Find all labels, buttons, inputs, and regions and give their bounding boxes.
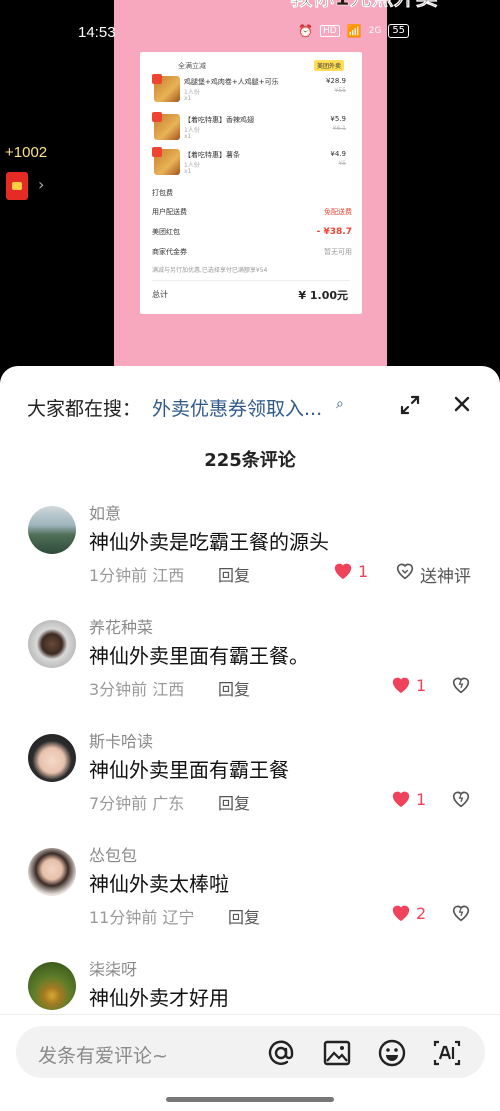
home-indicator[interactable] — [166, 1097, 334, 1102]
comment-username[interactable]: 如意 — [89, 500, 121, 524]
ai-icon[interactable] — [432, 1038, 462, 1068]
food-thumbnail — [152, 147, 180, 175]
expand-icon[interactable] — [399, 394, 421, 416]
receipt-row: 用户配送费 免配送费 — [152, 208, 352, 216]
search-prefix: 大家都在搜： — [27, 398, 142, 420]
video-player[interactable]: 教你1元点外卖 全满立减 美团外卖 鸡腿堡+鸡肉卷+人鸡腿+可乐 1人份 x1 … — [0, 0, 500, 400]
receipt-tag: 美团外卖 — [313, 60, 344, 71]
like-count: 1 — [416, 790, 427, 809]
chevron-right-icon[interactable]: › — [38, 175, 44, 194]
comment-username[interactable]: 养花种菜 — [89, 614, 153, 638]
receipt-item: 【着吃特惠】香辣鸡翅 1人份 x1 ¥5.9 ¥6.1 — [152, 112, 352, 144]
item-name: 鸡腿堡+鸡肉卷+人鸡腿+可乐 — [184, 78, 279, 86]
order-receipt: 全满立减 美团外卖 鸡腿堡+鸡肉卷+人鸡腿+可乐 1人份 x1 ¥28.9 ¥5… — [140, 52, 362, 314]
food-thumbnail — [152, 112, 180, 140]
close-icon[interactable] — [450, 392, 474, 416]
reply-button[interactable]: 回复 — [218, 562, 250, 586]
send-award-icon[interactable] — [394, 560, 416, 582]
receipt-row: 商家代金券 暂无可用 — [152, 248, 352, 256]
comment-text[interactable]: 神仙外卖里面有霸王餐。 — [89, 640, 309, 669]
avatar[interactable] — [28, 962, 76, 1010]
comment-item: 怂包包 神仙外卖太棒啦 11分钟前 辽宁 回复 2 — [0, 842, 500, 956]
emoji-icon[interactable] — [377, 1038, 407, 1068]
comment-count: 225条评论 — [204, 450, 296, 471]
comment-meta: 7分钟前 广东 — [89, 794, 185, 813]
heart-icon[interactable] — [332, 560, 354, 580]
heart-icon[interactable] — [390, 788, 412, 808]
item-price: ¥4.9 — [330, 150, 346, 158]
avatar[interactable] — [28, 734, 76, 782]
red-packet-icon[interactable] — [6, 172, 28, 200]
comments-sheet: 大家都在搜： 外卖优惠券领取入... ⌕ 225条评论 如意 神仙外卖是吃霸王餐… — [0, 366, 500, 1111]
item-name: 【着吃特惠】香辣鸡翅 — [184, 116, 254, 124]
dislike-icon[interactable] — [450, 788, 472, 810]
comment-text[interactable]: 神仙外卖里面有霸王餐 — [89, 754, 289, 783]
like-count: 1 — [416, 676, 427, 695]
item-count: x1 — [184, 168, 192, 175]
send-award-button[interactable]: 送神评 — [420, 562, 471, 587]
receipt-item: 【着吃特惠】薯条 1人份 x1 ¥4.9 ¥5 — [152, 147, 352, 179]
status-icons: ⏰ HD 📶 2G 55 — [298, 24, 410, 38]
receipt-note: 满减与另行加优惠,已选择享付已满额享¥54 — [152, 267, 268, 274]
receipt-item: 鸡腿堡+鸡肉卷+人鸡腿+可乐 1人份 x1 ¥28.9 ¥55 — [152, 74, 352, 106]
comment-item: 养花种菜 神仙外卖里面有霸王餐。 3分钟前 江西 回复 1 — [0, 614, 500, 728]
comment-username[interactable]: 怂包包 — [89, 842, 137, 866]
comment-text[interactable]: 神仙外卖是吃霸王餐的源头 — [89, 526, 329, 555]
coin-bonus: +1002 — [5, 144, 48, 161]
comment-meta: 3分钟前 江西 — [89, 680, 185, 699]
receipt-total: 总计 ¥ 1.00元 — [152, 289, 348, 302]
dislike-icon[interactable] — [450, 902, 472, 924]
like-count: 1 — [358, 562, 369, 581]
item-orig-price: ¥55 — [334, 87, 346, 94]
item-name: 【着吃特惠】薯条 — [184, 151, 240, 159]
image-icon[interactable] — [322, 1038, 352, 1068]
comment-meta: 1分钟前 江西 — [89, 566, 185, 585]
comment-text[interactable]: 神仙外卖才好用 — [89, 982, 229, 1011]
dislike-icon[interactable] — [450, 674, 472, 696]
heart-icon[interactable] — [390, 674, 412, 694]
receipt-row: 打包费 — [152, 189, 173, 197]
signal-icon: 2G — [368, 26, 382, 36]
comment-input-bar[interactable]: 发条有爱评论~ — [16, 1026, 485, 1078]
item-orig-price: ¥6.1 — [332, 125, 346, 132]
comment-item: 柒柒呀 神仙外卖才好用 — [0, 956, 500, 1016]
search-icon[interactable]: ⌕ — [336, 396, 344, 412]
avatar[interactable] — [28, 848, 76, 896]
item-orig-price: ¥5 — [338, 160, 346, 167]
reply-button[interactable]: 回复 — [218, 676, 250, 700]
heart-icon[interactable] — [390, 902, 412, 922]
video-title: 教你1元点外卖 — [264, 0, 464, 12]
reply-button[interactable]: 回复 — [228, 904, 260, 928]
reply-button[interactable]: 回复 — [218, 790, 250, 814]
item-count: x1 — [184, 133, 192, 140]
search-suggestion-link[interactable]: 外卖优惠券领取入... — [152, 394, 332, 421]
receipt-row: 美团红包 - ¥38.7 — [152, 227, 352, 237]
item-price: ¥28.9 — [325, 77, 346, 85]
avatar[interactable] — [28, 506, 76, 554]
alarm-icon: ⏰ — [298, 24, 313, 38]
item-count: x1 — [184, 95, 192, 102]
comment-item: 斯卡哈读 神仙外卖里面有霸王餐 7分钟前 广东 回复 1 — [0, 728, 500, 842]
comment-text[interactable]: 神仙外卖太棒啦 — [89, 868, 229, 897]
like-count: 2 — [416, 904, 427, 923]
wifi-icon: 📶 — [346, 24, 362, 38]
comment-username[interactable]: 斯卡哈读 — [89, 728, 153, 752]
comment-item: 如意 神仙外卖是吃霸王餐的源头 1分钟前 江西 回复 1 送神评 — [0, 500, 500, 614]
item-price: ¥5.9 — [330, 115, 346, 123]
avatar[interactable] — [28, 620, 76, 668]
hd-icon: HD — [319, 25, 340, 37]
comment-meta: 11分钟前 辽宁 — [89, 908, 195, 927]
comment-username[interactable]: 柒柒呀 — [89, 956, 137, 980]
at-mention-icon[interactable] — [266, 1038, 296, 1068]
battery-icon: 55 — [388, 24, 410, 38]
comment-input[interactable]: 发条有爱评论~ — [38, 1041, 168, 1068]
status-time: 14:53 — [78, 24, 116, 41]
food-thumbnail — [152, 74, 180, 102]
receipt-shop: 全满立减 — [178, 62, 206, 70]
